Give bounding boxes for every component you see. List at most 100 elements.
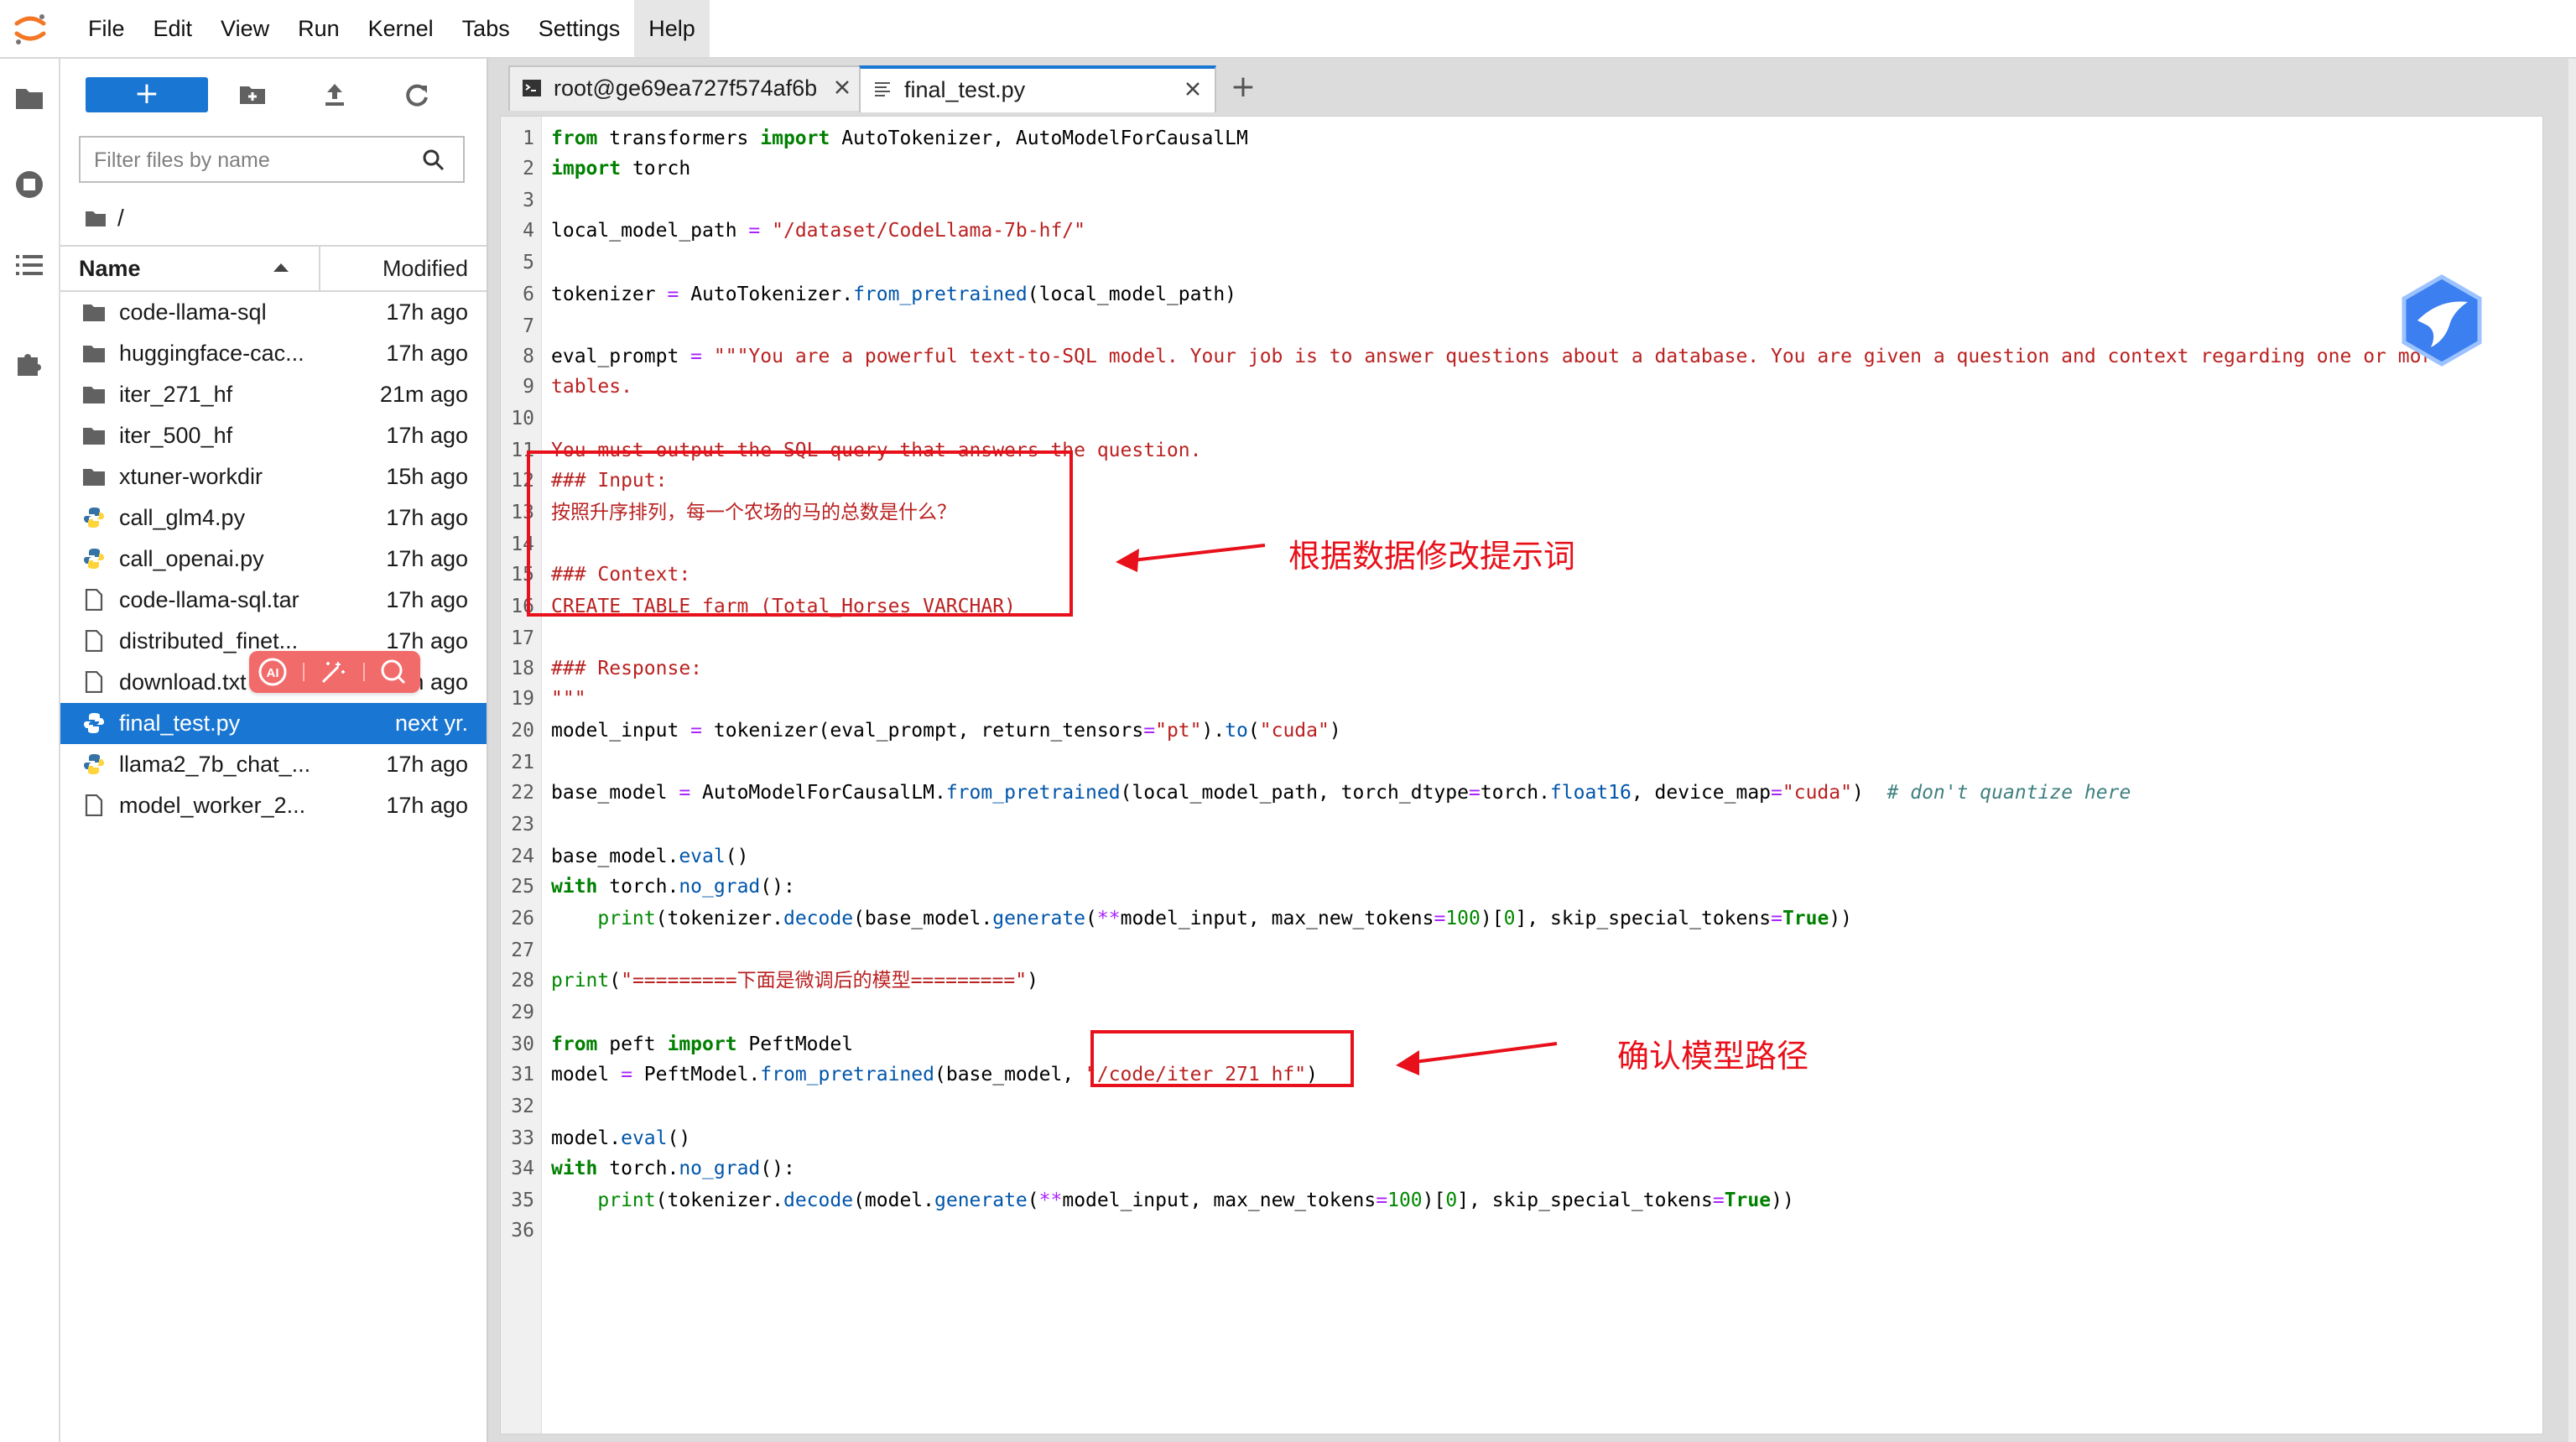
code-editor[interactable]: 1 2 3 4 5 6 7 8 9 10 11 12 13 14 15 16 17 18 19 20 21 22 23 24 2… (500, 116, 2543, 1434)
file-name: code-llama-sql (119, 299, 267, 325)
code-line[interactable]: ### Response: (551, 653, 702, 684)
floating-assistant-icon[interactable] (2397, 273, 2486, 367)
code-line[interactable]: from peft import PeftModel (551, 1029, 853, 1059)
line-number: 34 (511, 1158, 534, 1179)
refresh-icon[interactable] (401, 79, 433, 111)
menu-edit[interactable]: Edit (139, 0, 207, 57)
menu-run[interactable]: Run (284, 0, 354, 57)
file-modified: 15h ago (386, 464, 468, 489)
extensions-icon[interactable] (13, 346, 46, 379)
line-number: 7 (523, 315, 534, 337)
menu-settings[interactable]: Settings (524, 0, 635, 57)
menu-file[interactable]: File (74, 0, 139, 57)
column-divider[interactable] (319, 247, 320, 290)
tab-bar: root@ge69ea727f574af6b final_test.py + (488, 59, 2568, 112)
code-line[interactable]: eval_prompt = """You are a powerful text… (551, 341, 2444, 372)
running-kernels-icon[interactable] (13, 168, 46, 201)
file-modified: 17h ago (386, 546, 468, 571)
code-line[interactable]: with torch.no_grad(): (551, 872, 795, 902)
highlight-box-model-path (1090, 1030, 1354, 1087)
file-row[interactable]: iter_271_hf 21m ago (60, 374, 487, 415)
code-line[interactable]: base_model.eval() (551, 841, 748, 872)
line-number: 33 (511, 1127, 534, 1149)
line-number: 21 (511, 752, 534, 773)
filter-files-box (79, 136, 465, 183)
file-list-header: Name Modified (60, 245, 487, 292)
line-number: 4 (523, 220, 534, 242)
line-number: 35 (511, 1190, 534, 1211)
code-line[interactable]: local_model_path = "/dataset/CodeLlama-7… (551, 216, 1085, 246)
file-modified: 17h ago (386, 423, 468, 448)
menu-help[interactable]: Help (634, 0, 710, 57)
python-file-icon (82, 712, 106, 734)
folder-icon[interactable] (84, 208, 107, 228)
right-sidebar-edge (2568, 59, 2576, 1442)
close-icon[interactable] (1183, 79, 1203, 99)
name-column-header[interactable]: Name (79, 247, 141, 290)
file-row[interactable]: final_test.py next yr. (60, 703, 487, 744)
file-modified: next yr. (394, 711, 468, 736)
file-row[interactable]: code-llama-sql.tar 17h ago (60, 580, 487, 621)
tab-terminal[interactable]: root@ge69ea727f574af6b (508, 65, 866, 111)
folder-icon (82, 424, 106, 446)
search-icon[interactable] (378, 657, 409, 687)
file-name: huggingface-cac... (119, 341, 304, 366)
line-number: 32 (511, 1096, 534, 1117)
file-name: download.txt (119, 669, 247, 695)
breadcrumb-root[interactable]: / (117, 205, 124, 232)
code-line[interactable]: print(tokenizer.decode(base_model.genera… (551, 903, 1852, 934)
line-number: 2 (523, 158, 534, 180)
filter-files-input[interactable] (92, 144, 414, 176)
file-row[interactable]: xtuner-workdir 15h ago (60, 456, 487, 497)
ai-icon[interactable]: AI (258, 657, 288, 687)
tab-final-test-py[interactable]: final_test.py (859, 65, 1216, 112)
code-line[interactable]: import torch (551, 154, 690, 184)
upload-icon[interactable] (319, 79, 351, 111)
magic-wand-icon[interactable] (318, 657, 348, 687)
file-icon (82, 794, 106, 817)
breadcrumb: / (84, 201, 124, 235)
python-file-icon (82, 548, 106, 570)
file-icon (82, 629, 106, 653)
new-launcher-button[interactable]: + (86, 77, 208, 112)
file-row[interactable]: huggingface-cac... 17h ago (60, 333, 487, 374)
file-modified: 17h ago (386, 341, 468, 366)
menu-kernel[interactable]: Kernel (354, 0, 448, 57)
file-row[interactable]: code-llama-sql 17h ago (60, 292, 487, 333)
modified-column-header[interactable]: Modified (382, 247, 468, 290)
file-row[interactable]: call_openai.py 17h ago (60, 539, 487, 580)
folder-icon[interactable] (13, 81, 46, 114)
line-number: 22 (511, 782, 534, 804)
code-line[interactable]: model.eval() (551, 1123, 690, 1153)
file-row[interactable]: llama2_7b_chat_... 17h ago (60, 744, 487, 785)
line-number-gutter: 1 2 3 4 5 6 7 8 9 10 11 12 13 14 15 16 17 18 19 20 21 22 23 24 2… (501, 117, 542, 1434)
line-number: 20 (511, 720, 534, 742)
line-number: 17 (511, 627, 534, 649)
activity-bar (0, 59, 60, 1442)
search-icon[interactable] (421, 148, 446, 173)
table-of-contents-icon[interactable] (13, 248, 46, 282)
code-line[interactable]: model_input = tokenizer(eval_prompt, ret… (551, 716, 1341, 746)
code-line[interactable]: print("=========下面是微调后的模型=========") (551, 966, 1038, 996)
code-line[interactable]: with torch.no_grad(): (551, 1153, 795, 1184)
jupyter-logo-icon[interactable] (12, 10, 49, 47)
line-number: 23 (511, 814, 534, 836)
new-folder-icon[interactable] (237, 79, 268, 111)
line-number: 19 (511, 688, 534, 710)
file-row[interactable]: call_glm4.py 17h ago (60, 497, 487, 539)
menu-bar: File Edit View Run Kernel Tabs Settings Help (0, 0, 2576, 59)
code-line[interactable]: print(tokenizer.decode(model.generate(**… (551, 1185, 1793, 1216)
file-modified: 17h ago (386, 752, 468, 777)
menu-view[interactable]: View (206, 0, 284, 57)
python-file-icon (82, 753, 106, 775)
add-tab-button[interactable]: + (1223, 67, 1263, 109)
code-line[interactable]: """ (551, 684, 586, 714)
file-row[interactable]: model_worker_2... 17h ago (60, 785, 487, 826)
code-line[interactable]: tokenizer = AutoTokenizer.from_pretraine… (551, 279, 1236, 310)
code-line[interactable]: tables. (551, 372, 632, 402)
code-line[interactable]: base_model = AutoModelForCausalLM.from_p… (551, 778, 2131, 808)
menu-tabs[interactable]: Tabs (448, 0, 524, 57)
code-line[interactable]: from transformers import AutoTokenizer, … (551, 123, 1248, 154)
file-row[interactable]: iter_500_hf 17h ago (60, 415, 487, 456)
close-icon[interactable] (832, 77, 852, 97)
